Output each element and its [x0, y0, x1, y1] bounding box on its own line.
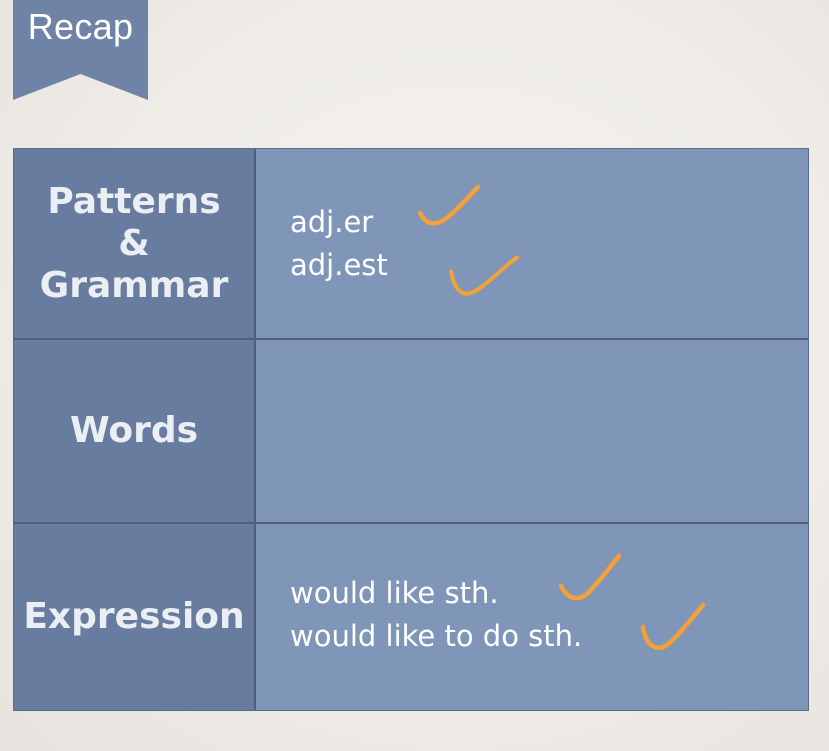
row-heading-text: Patterns & Grammar [39, 180, 229, 306]
entry-adj-est: adj.est [290, 248, 388, 282]
row-content-words [256, 340, 808, 522]
table-row-expression: Expression would like sth. would like to… [14, 524, 808, 710]
recap-title: Recap [27, 6, 134, 47]
row-heading-text: Words [69, 410, 199, 451]
row-heading-expression: Expression [14, 524, 256, 710]
row-heading-words: Words [14, 340, 256, 522]
entry-would-like-to-do-sth: would like to do sth. [290, 619, 583, 653]
row-content-patterns-grammar: adj.er adj.est [256, 149, 808, 338]
checkmark-icon [449, 255, 520, 296]
table-row-words: Words [14, 340, 808, 524]
row-heading-text: Expression [23, 596, 245, 637]
recap-banner: Recap [13, 0, 148, 100]
row-heading-patterns-grammar: Patterns & Grammar [14, 149, 256, 338]
table-row-patterns-grammar: Patterns & Grammar adj.er adj.est [14, 149, 808, 340]
row-content-expression: would like sth. would like to do sth. [256, 524, 808, 710]
recap-table: Patterns & Grammar adj.er adj.est Words … [14, 149, 808, 710]
checkmark-icon [640, 602, 706, 651]
checkmark-icon [558, 553, 622, 601]
entry-would-like-sth: would like sth. [290, 576, 499, 610]
checkmark-icon [417, 184, 481, 226]
entry-adj-er: adj.er [290, 205, 374, 239]
